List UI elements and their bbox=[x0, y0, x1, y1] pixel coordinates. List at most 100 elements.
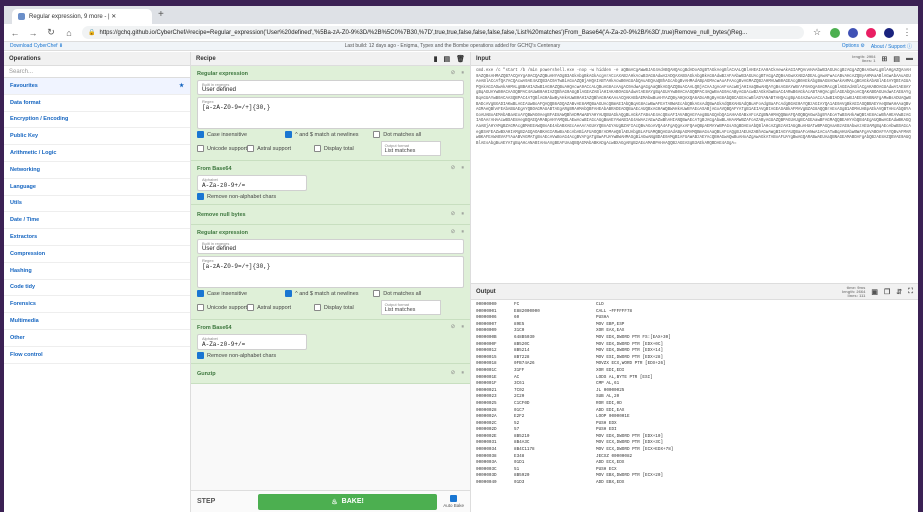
load-recipe-icon[interactable]: ▤ bbox=[443, 55, 450, 63]
display-total-checkbox[interactable] bbox=[313, 304, 321, 311]
home-icon[interactable]: ⌂ bbox=[64, 28, 74, 38]
category-date-time[interactable]: Date / Time bbox=[4, 212, 190, 230]
disassembly-row: 0000001F 3C61 CMP AL,61 bbox=[476, 381, 913, 388]
category-public-key[interactable]: Public Key bbox=[4, 128, 190, 146]
breakpoint-icon[interactable]: ⏸ bbox=[461, 370, 464, 377]
dot-all-checkbox[interactable] bbox=[373, 290, 381, 297]
category-forensics[interactable]: Forensics bbox=[4, 296, 190, 314]
disable-op-icon[interactable]: ⊘ bbox=[451, 370, 456, 377]
remove-non-alphabet-checkbox[interactable] bbox=[197, 193, 204, 200]
category-multimedia[interactable]: Multimedia bbox=[4, 313, 190, 330]
astral-checkbox[interactable] bbox=[247, 304, 255, 311]
address-bar[interactable]: 🔒 https://gchq.github.io/CyberChef/#reci… bbox=[82, 26, 804, 39]
astral-checkbox[interactable] bbox=[247, 145, 255, 152]
option-label: Remove non-alphabet chars bbox=[207, 352, 277, 359]
bake-button[interactable]: ♨ BAKE! bbox=[258, 493, 438, 510]
category-favourites[interactable]: Favourites ★ bbox=[4, 78, 190, 95]
bake-bar: STEP ♨ BAKE! Auto Bake bbox=[191, 490, 470, 512]
op-remove-null-bytes[interactable]: Remove null bytes ⊘ ⏸ bbox=[191, 205, 470, 225]
output-format-select[interactable]: Output format List matches bbox=[380, 300, 441, 315]
step-button[interactable]: STEP bbox=[197, 498, 252, 505]
unicode-checkbox[interactable] bbox=[197, 145, 204, 152]
save-output-icon[interactable]: ▣ bbox=[871, 288, 878, 296]
save-recipe-icon[interactable]: ▮ bbox=[434, 55, 438, 63]
extension-icon[interactable] bbox=[830, 27, 840, 38]
address: 00000006 bbox=[476, 315, 497, 321]
opcode: 31C0 bbox=[514, 328, 525, 334]
option-label: Display total bbox=[323, 304, 354, 311]
bookmark-star-icon[interactable]: ☆ bbox=[812, 27, 822, 38]
download-link[interactable]: Download CyberChef ⬇ bbox=[10, 43, 63, 49]
display-total-checkbox[interactable] bbox=[313, 145, 321, 152]
regex-input[interactable]: Regex [a-zA-Z0-9=/+]{30,} bbox=[197, 256, 464, 288]
remove-non-alphabet-checkbox[interactable] bbox=[197, 352, 204, 359]
category-language[interactable]: Language bbox=[4, 179, 190, 196]
category-encryption-encoding[interactable]: Encryption / Encoding bbox=[4, 112, 190, 129]
builtin-regex-select[interactable]: Built in regexes User defined bbox=[197, 80, 464, 95]
breakpoint-icon[interactable]: ⏸ bbox=[461, 324, 464, 331]
category-code-tidy[interactable]: Code tidy bbox=[4, 280, 190, 297]
auto-bake-checkbox[interactable] bbox=[450, 495, 458, 502]
disable-op-icon[interactable]: ⊘ bbox=[451, 165, 456, 172]
disassembly-row: 00000007 89E5 MOV EBP,ESP bbox=[476, 322, 913, 329]
back-icon[interactable]: ← bbox=[10, 28, 20, 38]
extension-icon[interactable] bbox=[866, 27, 876, 38]
input-textarea[interactable]: cmd.exe /c "start /b /min powershell.exe… bbox=[471, 66, 918, 284]
dot-all-checkbox[interactable] bbox=[373, 131, 381, 138]
clear-recipe-icon[interactable]: 🗑 bbox=[456, 55, 465, 63]
about-link[interactable]: About / Support ⓘ bbox=[871, 43, 912, 50]
op-from-base64[interactable]: From Base64 ⊘ ⏸ Alphabet A-Za-z0-9+/= Remov… bbox=[191, 320, 470, 364]
op-gunzip[interactable]: Gunzip ⊘ ⏸ bbox=[191, 364, 470, 384]
regex-input[interactable]: Regex [a-zA-Z0-9=/+]{30,} bbox=[197, 97, 464, 129]
breakpoint-icon[interactable]: ⏸ bbox=[461, 70, 464, 77]
add-input-icon[interactable]: ⊞ bbox=[882, 55, 888, 63]
menu-kebab-icon[interactable]: ⋮ bbox=[902, 27, 912, 38]
anchors-checkbox[interactable] bbox=[285, 131, 293, 138]
anchors-checkbox[interactable] bbox=[285, 290, 293, 297]
category-data-format[interactable]: Data format bbox=[4, 95, 190, 112]
disable-op-icon[interactable]: ⊘ bbox=[451, 324, 456, 331]
reload-icon[interactable]: ↻ bbox=[46, 27, 56, 38]
browser-tab[interactable]: Regular expression, 9 more - | ✕ bbox=[12, 9, 152, 24]
category-networking[interactable]: Networking bbox=[4, 162, 190, 179]
category-compression[interactable]: Compression bbox=[4, 246, 190, 263]
opcode: 0FB74A26 bbox=[514, 361, 535, 367]
open-file-icon[interactable]: ▤ bbox=[893, 55, 900, 63]
instruction: SUB AL,20 bbox=[596, 394, 620, 400]
disable-op-icon[interactable]: ⊘ bbox=[451, 211, 456, 218]
operations-search-input[interactable]: Search... bbox=[4, 66, 190, 78]
cyberchef-banner: Download CyberChef ⬇ Last build: 12 days… bbox=[4, 42, 918, 51]
breakpoint-icon[interactable]: ⏸ bbox=[461, 165, 464, 172]
extension-icon[interactable] bbox=[848, 27, 858, 38]
breakpoint-icon[interactable]: ⏸ bbox=[461, 211, 464, 218]
disable-op-icon[interactable]: ⊘ bbox=[451, 229, 456, 236]
builtin-regex-select[interactable]: Built in regexes User defined bbox=[197, 239, 464, 254]
category-flow-control[interactable]: Flow control bbox=[4, 347, 190, 364]
output-textarea[interactable]: 00000000 FC CLD 00000001 E882000000 CALL ~FFF… bbox=[471, 300, 918, 512]
alphabet-select[interactable]: Alphabet A-Za-z0-9+/= bbox=[197, 175, 307, 191]
output-format-select[interactable]: Output format List matches bbox=[380, 141, 441, 156]
op-from-base64[interactable]: From Base64 ⊘ ⏸ Alphabet A-Za-z0-9+/= Remov… bbox=[191, 161, 470, 205]
op-regular-expression[interactable]: Regular expression ⊘ ⏸ Built in regexes Use… bbox=[191, 66, 470, 161]
unicode-checkbox[interactable] bbox=[197, 304, 204, 311]
maximise-icon[interactable]: ⛶ bbox=[908, 288, 913, 296]
forward-icon[interactable]: → bbox=[28, 28, 38, 38]
disable-op-icon[interactable]: ⊘ bbox=[451, 70, 456, 77]
category-utils[interactable]: Utils bbox=[4, 196, 190, 213]
category-extractors[interactable]: Extractors bbox=[4, 229, 190, 246]
category-hashing[interactable]: Hashing bbox=[4, 263, 190, 280]
breakpoint-icon[interactable]: ⏸ bbox=[461, 229, 464, 236]
replace-input-icon[interactable]: ⇵ bbox=[896, 288, 902, 296]
category-other[interactable]: Other bbox=[4, 330, 190, 347]
op-regular-expression[interactable]: Regular expression ⊘ ⏸ Built in regexes Use… bbox=[191, 225, 470, 320]
profile-avatar[interactable] bbox=[884, 27, 894, 38]
case-insensitive-checkbox[interactable] bbox=[197, 290, 204, 297]
recipe-title: Recipe bbox=[196, 55, 216, 62]
clear-input-icon[interactable]: ▬ bbox=[906, 55, 913, 62]
new-tab-button[interactable]: + bbox=[158, 9, 164, 20]
options-link[interactable]: Options ⚙ bbox=[842, 43, 865, 50]
copy-output-icon[interactable]: ❐ bbox=[884, 288, 890, 296]
alphabet-select[interactable]: Alphabet A-Za-z0-9+/= bbox=[197, 334, 307, 350]
category-arithmetic-logic[interactable]: Arithmetic / Logic bbox=[4, 145, 190, 162]
case-insensitive-checkbox[interactable] bbox=[197, 131, 204, 138]
